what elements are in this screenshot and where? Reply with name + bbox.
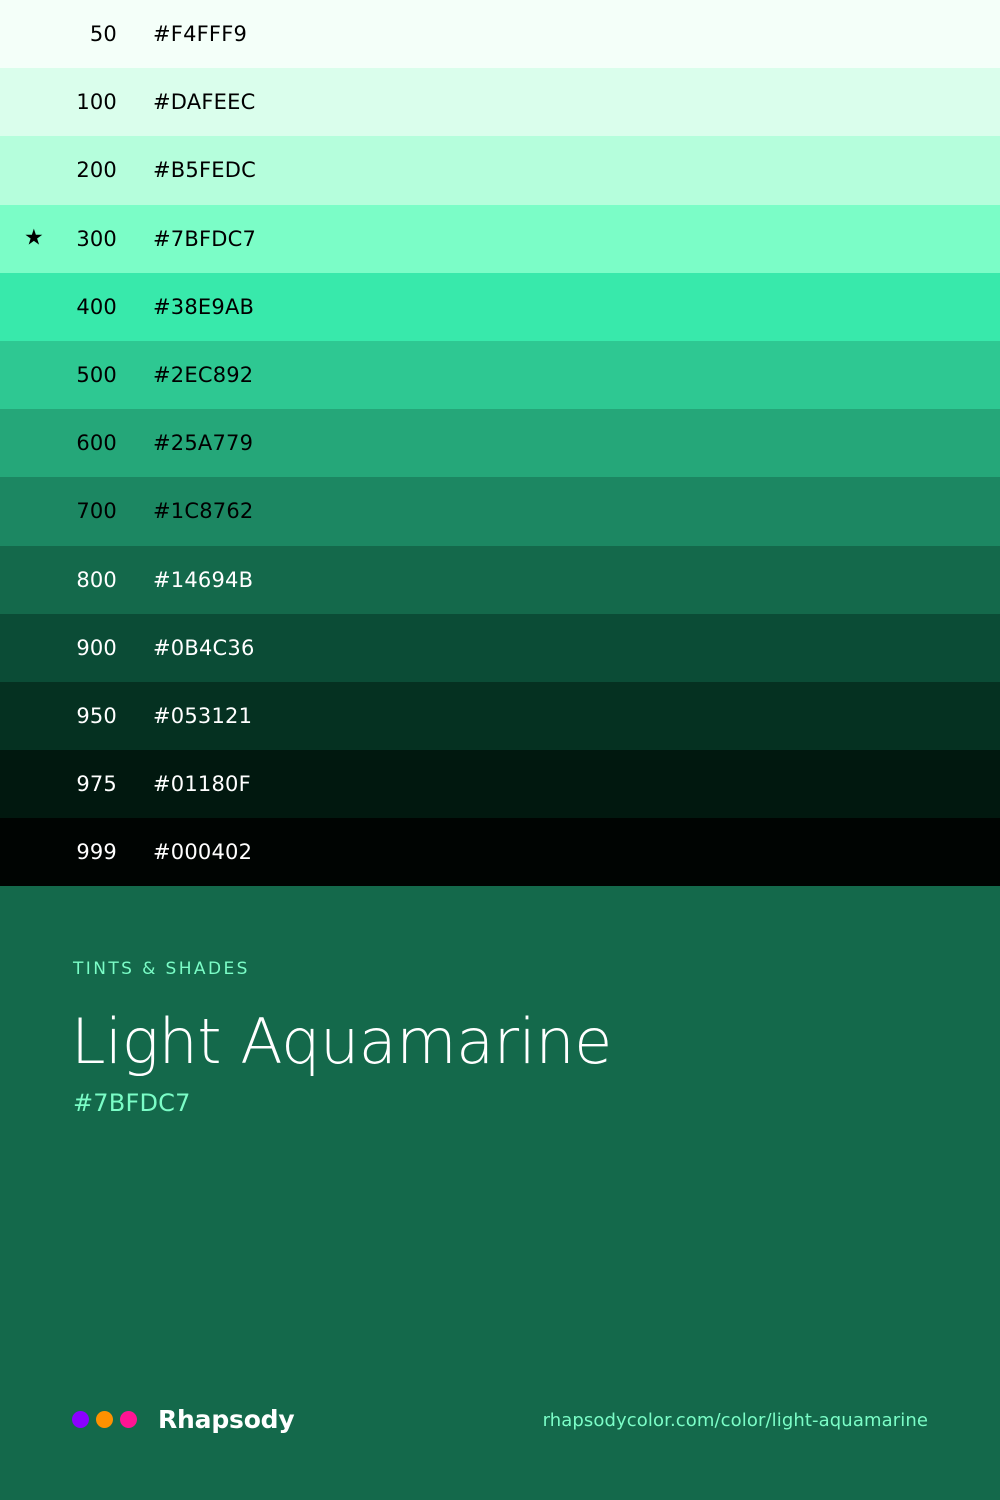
swatch-step: 500	[76, 363, 117, 388]
swatch-hex: #F4FFF9	[153, 22, 248, 47]
star-icon: ★	[24, 225, 44, 251]
swatch-row-700[interactable]: 700 #1C8762	[0, 477, 1000, 546]
swatch-step: 999	[76, 840, 117, 865]
swatch-hex: #14694B	[153, 567, 254, 592]
swatch-step: 100	[76, 90, 117, 115]
swatch-step: 400	[76, 294, 117, 319]
swatch-step: 900	[76, 635, 117, 660]
swatch-row-999[interactable]: 999 #000402	[0, 818, 1000, 887]
swatch-hex: #38E9AB	[153, 294, 255, 319]
swatch-hex: #2EC892	[153, 363, 254, 388]
swatch-step: 700	[76, 499, 117, 524]
swatch-step: 600	[76, 431, 117, 456]
swatch-row-600[interactable]: 600 #25A779	[0, 409, 1000, 478]
color-title: Light Aquamarine	[71, 1005, 612, 1078]
swatch-row-300[interactable]: ★ 300 #7BFDC7	[0, 204, 1000, 273]
brand-dot-pink-icon	[120, 1410, 137, 1428]
swatch-row-975[interactable]: 975 #01180F	[0, 750, 1000, 819]
swatch-step: 200	[76, 158, 117, 183]
swatch-step: 950	[76, 703, 117, 728]
brand-dot-purple-icon	[72, 1410, 89, 1428]
swatch-hex: #1C8762	[153, 499, 254, 524]
brand-name: Rhapsody	[158, 1404, 295, 1434]
swatch-step: 800	[76, 567, 117, 592]
swatch-step: 300	[76, 226, 117, 251]
swatch-hex: #B5FEDC	[153, 158, 256, 183]
swatch-hex: #0B4C36	[153, 635, 255, 660]
swatch-row-50[interactable]: 50 #F4FFF9	[0, 0, 1000, 69]
swatch-row-400[interactable]: 400 #38E9AB	[0, 272, 1000, 341]
swatch-hex: #DAFEEC	[153, 90, 256, 115]
swatch-step: 50	[89, 22, 117, 47]
swatch-row-950[interactable]: 950 #053121	[0, 681, 1000, 751]
swatch-hex: #25A779	[153, 431, 254, 456]
swatch-row-100[interactable]: 100 #DAFEEC	[0, 68, 1000, 137]
color-info-panel: TINTS & SHADES Light Aquamarine #7BFDC7 …	[0, 887, 1000, 1500]
color-url-link[interactable]: rhapsodycolor.com/color/light-aquamarine	[543, 1410, 928, 1431]
swatch-row-900[interactable]: 900 #0B4C36	[0, 613, 1000, 682]
swatch-step: 975	[76, 772, 117, 797]
swatch-hex: #000402	[153, 840, 253, 865]
swatch-row-500[interactable]: 500 #2EC892	[0, 340, 1000, 410]
swatch-hex: #053121	[153, 703, 253, 728]
swatch-hex: #01180F	[153, 772, 251, 797]
section-eyebrow: TINTS & SHADES	[73, 959, 250, 979]
swatch-row-200[interactable]: 200 #B5FEDC	[0, 136, 1000, 205]
brand-logo[interactable]: Rhapsody	[72, 1402, 295, 1436]
brand-dot-orange-icon	[96, 1410, 113, 1428]
swatch-list: 50 #F4FFF9 100 #DAFEEC 200 #B5FEDC ★ 300 #7BFDC7…	[0, 0, 1000, 887]
color-hex: #7BFDC7	[73, 1089, 191, 1117]
swatch-row-800[interactable]: 800 #14694B	[0, 545, 1000, 614]
swatch-hex: #7BFDC7	[153, 226, 257, 251]
